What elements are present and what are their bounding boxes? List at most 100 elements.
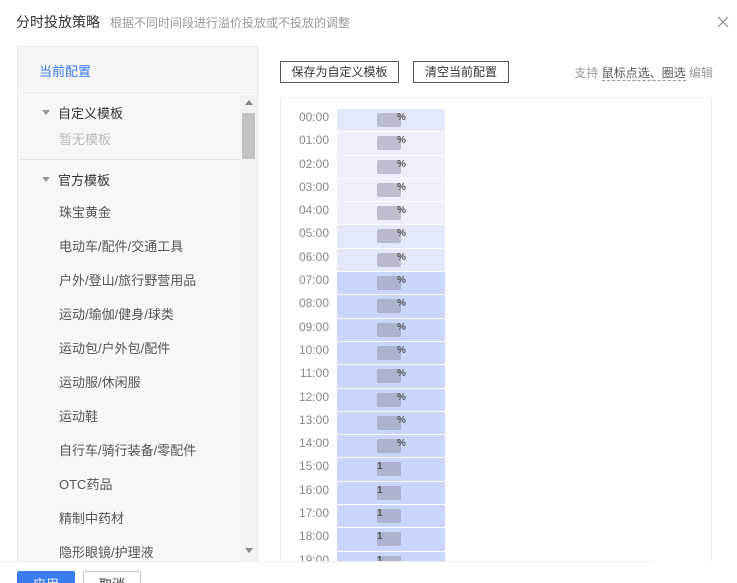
time-label: 16:00 bbox=[298, 482, 329, 497]
tree-item[interactable]: 电动车/配件/交通工具 bbox=[18, 230, 240, 264]
time-cell[interactable]: % bbox=[337, 411, 445, 436]
scroll-down-icon[interactable] bbox=[245, 548, 253, 553]
tree-item[interactable]: 运动/瑜伽/健身/球类 bbox=[18, 298, 240, 332]
tree-item[interactable]: 运动服/休闲服 bbox=[18, 366, 240, 400]
cell-suffix: % bbox=[397, 298, 406, 310]
time-cell[interactable]: 1 bbox=[337, 458, 445, 482]
tree-empty-text: 暂无模板 bbox=[59, 132, 112, 147]
time-cell[interactable]: % bbox=[337, 155, 445, 179]
time-cell[interactable]: % bbox=[337, 318, 445, 342]
cell-suffix: % bbox=[397, 275, 406, 287]
modal-subtitle: 根据不同时间段进行溢价投放或不投放的调整 bbox=[110, 15, 351, 30]
time-cell[interactable]: % bbox=[337, 178, 445, 203]
support-method: 鼠标点选、圈选 bbox=[601, 66, 686, 81]
time-cell[interactable]: 1 bbox=[337, 551, 445, 561]
time-cell[interactable]: 1 bbox=[337, 528, 445, 552]
time-label: 00:00 bbox=[298, 110, 329, 124]
scrollbar[interactable] bbox=[240, 95, 257, 561]
time-cell[interactable]: 1 bbox=[337, 505, 445, 529]
tree-group-label: 官方模板 bbox=[58, 172, 111, 188]
time-cell[interactable]: % bbox=[337, 365, 445, 389]
cell-prefix: 1 bbox=[377, 461, 383, 473]
time-cell[interactable]: % bbox=[337, 248, 445, 273]
cell-prefix: 1 bbox=[377, 531, 383, 543]
modal-title: 分时投放策略 bbox=[16, 14, 100, 30]
tree-item[interactable]: 运动包/户外包/配件 bbox=[18, 332, 240, 366]
time-label: 11:00 bbox=[299, 366, 329, 381]
time-cell[interactable]: % bbox=[337, 295, 445, 319]
time-cell[interactable]: 1 bbox=[337, 481, 445, 506]
close-icon bbox=[717, 16, 729, 28]
tree-group-label: 自定义模板 bbox=[58, 105, 124, 121]
cell-prefix: 1 bbox=[377, 484, 383, 496]
time-label: 18:00 bbox=[298, 529, 329, 544]
tree-item[interactable]: 精制中药材 bbox=[18, 502, 240, 536]
tree-item[interactable]: 珠宝黄金 bbox=[18, 196, 240, 230]
modal-footer: 应用 取消 bbox=[0, 561, 737, 583]
time-label: 17:00 bbox=[298, 506, 329, 521]
cell-suffix: % bbox=[397, 344, 406, 356]
cell-suffix: % bbox=[397, 438, 406, 450]
time-label: 06:00 bbox=[298, 249, 329, 264]
cell-suffix: % bbox=[397, 391, 406, 403]
cell-suffix: % bbox=[397, 321, 406, 333]
time-cell[interactable]: % bbox=[337, 388, 445, 412]
time-label: 10:00 bbox=[298, 342, 329, 357]
cell-suffix: % bbox=[397, 368, 406, 380]
time-axis: 00:00 01:00 02:00 03:00 04:00 05:00 06:00 07:00… bbox=[281, 106, 337, 561]
time-label: 09:00 bbox=[298, 319, 329, 334]
tree-item[interactable]: 自行车/骑行装备/零配件 bbox=[18, 434, 240, 468]
cell-suffix: % bbox=[397, 112, 406, 123]
time-cell[interactable]: % bbox=[337, 109, 445, 133]
time-cell[interactable]: % bbox=[337, 341, 445, 366]
save-template-button[interactable]: 保存为自定义模板 bbox=[280, 61, 399, 83]
time-cell[interactable]: % bbox=[337, 132, 445, 156]
time-label: 19:00 bbox=[298, 552, 329, 561]
config-panel: 保存为自定义模板 清空当前配置 支持 鼠标点选、圈选 编辑 00:00 01:00… bbox=[258, 46, 737, 561]
apply-button[interactable]: 应用 bbox=[17, 571, 75, 583]
cell-suffix: % bbox=[397, 181, 406, 193]
time-bars[interactable]: %%%%%%%%%%%%%%% 1 1 1 1 1 bbox=[337, 109, 445, 561]
time-label: 14:00 bbox=[298, 436, 329, 451]
time-cell[interactable]: % bbox=[337, 225, 445, 249]
tree-divider bbox=[18, 159, 240, 160]
clear-config-button[interactable]: 清空当前配置 bbox=[413, 61, 509, 83]
support-suffix: 编辑 bbox=[688, 66, 713, 80]
scroll-thumb[interactable] bbox=[242, 113, 255, 159]
modal-header: 分时投放策略 根据不同时间段进行溢价投放或不投放的调整 bbox=[0, 0, 737, 44]
support-prefix: 支持 bbox=[574, 66, 599, 80]
time-label: 02:00 bbox=[298, 156, 329, 171]
tree-group[interactable]: 自定义模板 bbox=[18, 95, 240, 129]
close-button[interactable] bbox=[713, 12, 733, 32]
template-tree: 自定义模板暂无模板官方模板珠宝黄金 电动车/配件/交通工具 户外/登山/旅行野营用品… bbox=[18, 95, 240, 561]
cancel-button[interactable]: 取消 bbox=[83, 571, 141, 583]
cell-suffix: % bbox=[397, 414, 406, 426]
tree-group[interactable]: 官方模板 bbox=[18, 162, 240, 196]
time-label: 07:00 bbox=[298, 273, 329, 288]
time-label: 01:00 bbox=[298, 133, 329, 148]
time-label: 04:00 bbox=[298, 203, 329, 218]
time-label: 13:00 bbox=[298, 412, 329, 427]
current-config-label: 当前配置 bbox=[39, 63, 92, 79]
time-label: 08:00 bbox=[298, 296, 329, 311]
cell-suffix: % bbox=[397, 205, 406, 217]
time-cell[interactable]: % bbox=[337, 435, 445, 459]
time-grid[interactable]: 00:00 01:00 02:00 03:00 04:00 05:00 06:00 07:00… bbox=[280, 97, 712, 561]
tree-item[interactable]: 隐形眼镜/护理液 bbox=[18, 536, 240, 561]
tree-item[interactable]: 运动鞋 bbox=[18, 400, 240, 434]
tree-item[interactable]: OTC药品 bbox=[18, 468, 240, 502]
time-cell[interactable]: % bbox=[337, 202, 445, 226]
current-config-tab[interactable]: 当前配置 bbox=[18, 47, 257, 94]
tree-item[interactable]: 户外/登山/旅行野营用品 bbox=[18, 264, 240, 298]
caret-down-icon bbox=[42, 176, 50, 182]
support-hint: 支持 鼠标点选、圈选 编辑 bbox=[574, 64, 713, 81]
time-cell[interactable]: % bbox=[337, 272, 445, 296]
footer-divider bbox=[0, 561, 655, 562]
scroll-up-icon[interactable] bbox=[245, 100, 253, 105]
caret-down-icon bbox=[42, 109, 50, 115]
cell-suffix: % bbox=[397, 158, 406, 170]
cell-suffix: % bbox=[397, 135, 406, 147]
cell-prefix: 1 bbox=[377, 508, 383, 520]
time-label: 12:00 bbox=[298, 389, 329, 404]
cell-suffix: % bbox=[397, 228, 406, 240]
